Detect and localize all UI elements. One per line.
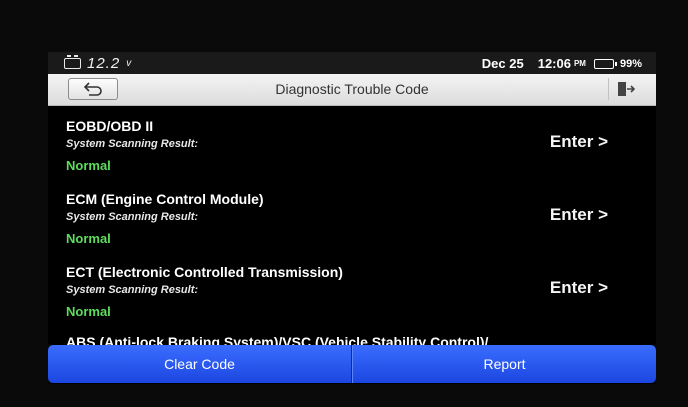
- voltage-unit: v: [126, 58, 132, 69]
- page-title: Diagnostic Trouble Code: [275, 81, 429, 97]
- scan-label: System Scanning Result:: [66, 211, 199, 223]
- module-row-ect: ECT (Electronic Controlled Transmission)…: [48, 252, 656, 324]
- module-name: ECM (Engine Control Module): [66, 191, 264, 207]
- scan-result: Normal: [66, 231, 111, 246]
- scan-result: Normal: [66, 304, 111, 319]
- scan-label: System Scanning Result:: [66, 284, 199, 296]
- exit-icon: [618, 82, 635, 96]
- battery-icon: [593, 58, 617, 69]
- status-time: 12:06: [537, 56, 571, 71]
- status-date: Dec 25: [481, 56, 524, 71]
- status-right: Dec 25 12:06 PM 99%: [482, 56, 642, 71]
- enter-button-eobd[interactable]: Enter >: [550, 132, 608, 152]
- scan-label: System Scanning Result:: [66, 138, 199, 150]
- report-button[interactable]: Report: [352, 345, 656, 383]
- device-frame: 12.2 v Dec 25 12:06 PM 99% Diagnostic Tr…: [0, 0, 688, 407]
- car-battery-icon: [64, 55, 81, 69]
- status-ampm: PM: [573, 59, 586, 68]
- battery-percent: 99%: [619, 57, 642, 70]
- device-screen: 12.2 v Dec 25 12:06 PM 99% Diagnostic Tr…: [48, 52, 656, 384]
- module-name: ECT (Electronic Controlled Transmission): [66, 264, 343, 280]
- exit-button[interactable]: [608, 78, 638, 100]
- scan-result: Normal: [66, 158, 111, 173]
- status-bar: 12.2 v Dec 25 12:06 PM 99%: [48, 52, 656, 74]
- module-row-eobd: EOBD/OBD II System Scanning Result: Norm…: [48, 106, 656, 178]
- title-bar: Diagnostic Trouble Code: [48, 74, 656, 106]
- enter-button-ecm[interactable]: Enter >: [550, 205, 608, 225]
- enter-button-ect[interactable]: Enter >: [550, 278, 608, 298]
- module-name: EOBD/OBD II: [66, 118, 154, 134]
- voltage-value: 12.2: [87, 55, 121, 72]
- module-row-ecm: ECM (Engine Control Module) System Scann…: [48, 179, 656, 251]
- voltage-indicator: 12.2 v: [64, 55, 131, 72]
- clear-code-button[interactable]: Clear Code: [48, 345, 352, 383]
- bottom-toolbar: Clear Code Report: [48, 345, 656, 383]
- module-list: EOBD/OBD II System Scanning Result: Norm…: [48, 106, 656, 346]
